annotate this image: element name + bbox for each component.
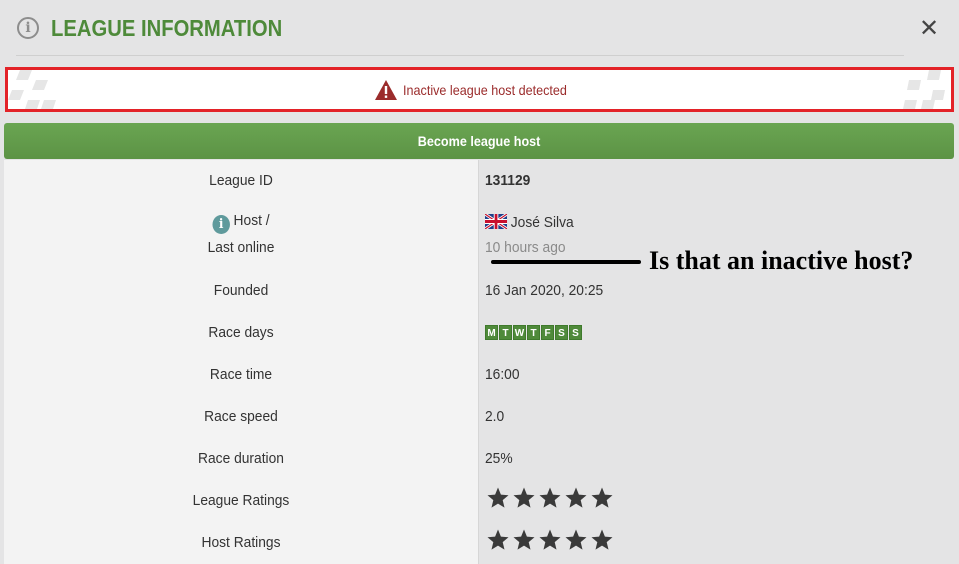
day-badge: F [541,325,554,340]
close-button[interactable]: ✕ [915,14,943,42]
star-icon [513,487,535,508]
host-label: i Host / [23,212,459,234]
alert-text: Inactive league host detected [402,81,567,98]
star-icon [565,529,587,550]
star-icon [591,529,613,550]
star-icon [487,487,509,508]
league-ratings-stars [485,486,615,510]
warning-triangle-icon [374,79,397,100]
header-divider [16,55,904,56]
modal-header: i LEAGUE INFORMATION ✕ [0,0,959,56]
founded-label: Founded [213,282,269,299]
star-icon [487,529,509,550]
race-days-label: Race days [208,324,274,341]
host-name[interactable]: José Silva [511,214,574,231]
host-ratings-stars [485,528,615,552]
race-time-label: Race time [209,366,273,383]
become-league-host-label: Become league host [417,133,541,149]
info-icon: i [17,17,39,39]
day-badge: S [555,325,568,340]
star-icon [539,529,561,550]
star-icon [513,529,535,550]
league-id-value: 131129 [485,172,531,189]
host-ratings-label: Host Ratings [201,534,281,551]
star-icon [539,487,561,508]
day-badge: M [485,325,498,340]
race-duration-label: Race duration [198,450,284,467]
annotation-text: Is that an inactive host? [649,246,914,275]
day-badge: T [527,325,540,340]
inactive-host-alert: Inactive league host detected [5,67,954,112]
race-duration-value: 25% [485,450,513,467]
race-speed-label: Race speed [204,408,278,425]
day-badge: W [513,325,526,340]
day-badge: T [499,325,512,340]
host-name-value: José Silva [485,214,574,231]
star-icon [591,487,613,508]
founded-value: 16 Jan 2020, 20:25 [485,282,604,299]
annotation-line [491,260,641,264]
modal-title: LEAGUE INFORMATION [51,15,283,41]
last-online-label: Last online [207,239,275,256]
league-ratings-label: League Ratings [192,492,290,509]
race-time-value: 16:00 [485,366,520,383]
race-days-value: M T W T F S S [485,325,583,340]
host-label-line1: Host / [233,212,270,229]
star-icon [565,487,587,508]
last-online-value: 10 hours ago [485,239,566,256]
uk-flag-icon [485,214,508,229]
league-id-label: League ID [209,172,273,189]
become-league-host-button[interactable]: Become league host [4,123,954,159]
host-info-icon[interactable]: i [212,215,230,234]
race-speed-value: 2.0 [485,408,505,425]
day-badge: S [569,325,582,340]
